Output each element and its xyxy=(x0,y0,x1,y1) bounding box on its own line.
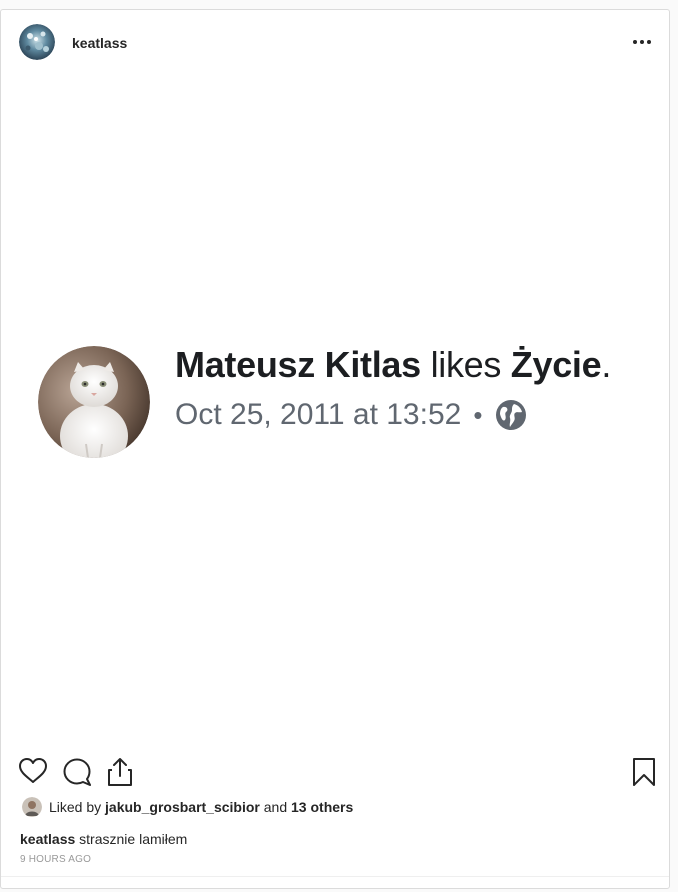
others-count-link[interactable]: 13 others xyxy=(291,799,353,815)
activity-text: Mateusz Kitlas likes Życie. xyxy=(175,344,611,386)
liker-avatar[interactable] xyxy=(22,797,42,817)
share-icon[interactable] xyxy=(106,757,134,792)
action-bar xyxy=(1,757,669,791)
likes-conjunction: and xyxy=(263,799,288,815)
activity-period: . xyxy=(601,344,612,385)
activity-verb: likes xyxy=(420,344,511,385)
post-caption: keatlass strasznie lamiłem xyxy=(20,831,187,847)
activity-meta: Oct 25, 2011 at 13:52 • xyxy=(175,398,528,432)
likes-summary: Liked by jakub_grosbart_scibior and 13 o… xyxy=(22,796,353,818)
caption-username[interactable]: keatlass xyxy=(20,831,75,847)
bookmark-icon[interactable] xyxy=(631,757,657,792)
author-username[interactable]: keatlass xyxy=(72,35,127,51)
activity-author: Mateusz Kitlas xyxy=(175,344,421,385)
globe-icon xyxy=(494,398,528,432)
meta-separator: • xyxy=(473,399,483,430)
activity-page: Życie xyxy=(510,344,602,385)
post-card: keatlass Mateusz Kitlas likes Życie. Oct… xyxy=(0,9,670,889)
author-avatar[interactable] xyxy=(19,24,55,60)
comment-divider xyxy=(1,876,669,877)
cat-profile-photo xyxy=(38,346,150,458)
activity-date: Oct 25, 2011 at 13:52 xyxy=(175,398,462,431)
liker-username[interactable]: jakub_grosbart_scibior xyxy=(105,799,260,815)
post-timestamp[interactable]: 9 HOURS AGO xyxy=(20,854,91,865)
heart-icon[interactable] xyxy=(18,757,48,790)
comment-icon[interactable] xyxy=(62,757,92,792)
more-options-icon[interactable] xyxy=(631,32,653,52)
caption-text: strasznie lamiłem xyxy=(79,831,188,847)
post-header: keatlass xyxy=(1,10,669,77)
post-image[interactable]: Mateusz Kitlas likes Życie. Oct 25, 2011… xyxy=(1,76,669,750)
liked-by-prefix: Liked by xyxy=(49,799,102,815)
